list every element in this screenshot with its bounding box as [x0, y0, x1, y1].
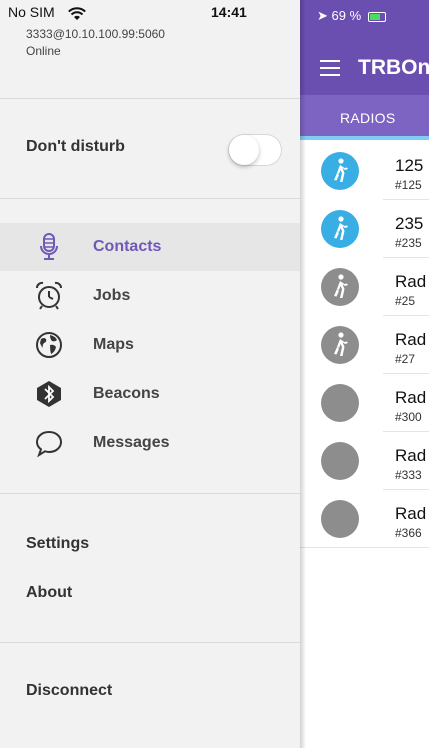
list-item[interactable]: 235 #235	[321, 200, 429, 258]
menu-item-about[interactable]: About	[26, 584, 72, 602]
main-panel: ➤ 69 % TRBOn RADIOS 125 #125 235 #235 Ra…	[300, 0, 429, 748]
location-arrow-icon: ➤	[317, 8, 328, 23]
account-state: Online	[26, 44, 61, 58]
avatar	[321, 268, 359, 306]
list-item[interactable]: Rad #300	[321, 374, 429, 432]
radios-list: 125 #125 235 #235 Rad #25 Rad #27 Rad #3…	[300, 142, 429, 548]
menu-item-label: Messages	[93, 434, 170, 451]
radio-number: #235	[395, 236, 422, 250]
avatar	[321, 326, 359, 364]
menu-item-settings[interactable]: Settings	[26, 535, 89, 553]
menu-item-contacts[interactable]: Contacts	[0, 223, 300, 271]
status-bar: No SIM 14:41	[8, 4, 290, 24]
radio-number: #366	[395, 526, 422, 540]
divider	[0, 198, 300, 199]
radio-name: Rad	[395, 330, 427, 349]
avatar	[321, 210, 359, 248]
carrier-label: No SIM	[8, 4, 55, 20]
menu-item-jobs[interactable]: Jobs	[0, 272, 300, 320]
disconnect-button[interactable]: Disconnect	[26, 682, 112, 700]
navigation-drawer: No SIM 14:41 3333@10.10.100.99:5060 Onli…	[0, 0, 300, 748]
radio-number: #300	[395, 410, 422, 424]
menu-item-label: Contacts	[93, 238, 162, 255]
menu-item-label: Beacons	[93, 385, 160, 402]
radio-name: Rad	[395, 504, 427, 523]
globe-icon	[36, 332, 62, 358]
radio-number: #27	[395, 352, 416, 366]
list-item[interactable]: Rad #333	[321, 432, 429, 490]
list-item[interactable]: Rad #366	[300, 490, 429, 548]
avatar	[321, 384, 359, 422]
radio-name: 125	[395, 156, 424, 175]
microphone-icon	[40, 233, 58, 260]
tab-bar: RADIOS	[300, 95, 429, 140]
walker-icon	[334, 274, 348, 298]
account-info: 3333@10.10.100.99:5060 Online	[26, 26, 165, 60]
walker-icon	[334, 216, 348, 240]
chat-bubble-icon	[35, 430, 63, 458]
radio-name: Rad	[395, 446, 427, 465]
list-item[interactable]: Rad #25	[321, 258, 429, 316]
divider	[0, 642, 300, 643]
radio-name: 235	[395, 214, 424, 233]
radio-name: Rad	[395, 272, 427, 291]
menu-item-beacons[interactable]: Beacons	[0, 370, 300, 418]
bluetooth-beacon-icon	[37, 381, 61, 407]
dont-disturb-toggle[interactable]	[228, 134, 282, 166]
drawer-shadow	[300, 0, 306, 748]
clock-label: 14:41	[211, 4, 247, 20]
walker-icon	[334, 158, 348, 182]
avatar	[321, 500, 359, 538]
battery-percent: 69 %	[331, 8, 362, 23]
panel-status-bar: ➤ 69 %	[317, 8, 386, 24]
toggle-knob	[229, 135, 259, 165]
app-root: No SIM 14:41 3333@10.10.100.99:5060 Onli…	[0, 0, 429, 748]
divider	[0, 98, 300, 99]
divider	[0, 493, 300, 494]
wifi-icon	[68, 7, 86, 20]
menu-item-maps[interactable]: Maps	[0, 321, 300, 369]
alarm-clock-icon	[36, 281, 62, 310]
radio-number: #25	[395, 294, 416, 308]
menu-item-label: Jobs	[93, 287, 131, 304]
tab-indicator	[300, 136, 429, 140]
battery-icon	[367, 11, 386, 22]
account-address: 3333@10.10.100.99:5060	[26, 27, 165, 41]
radio-name: Rad	[395, 388, 427, 407]
list-item[interactable]: 125 #125	[321, 142, 429, 200]
dont-disturb-label: Don't disturb	[26, 138, 125, 155]
menu-item-messages[interactable]: Messages	[0, 419, 300, 467]
app-title: TRBOn	[358, 56, 429, 79]
hamburger-menu-icon[interactable]	[320, 60, 340, 76]
tab-radios[interactable]: RADIOS	[340, 110, 395, 126]
avatar	[321, 152, 359, 190]
walker-icon	[334, 332, 348, 356]
radio-number: #333	[395, 468, 422, 482]
menu-item-label: Maps	[93, 336, 134, 353]
list-item[interactable]: Rad #27	[321, 316, 429, 374]
avatar	[321, 442, 359, 480]
radio-number: #125	[395, 178, 422, 192]
